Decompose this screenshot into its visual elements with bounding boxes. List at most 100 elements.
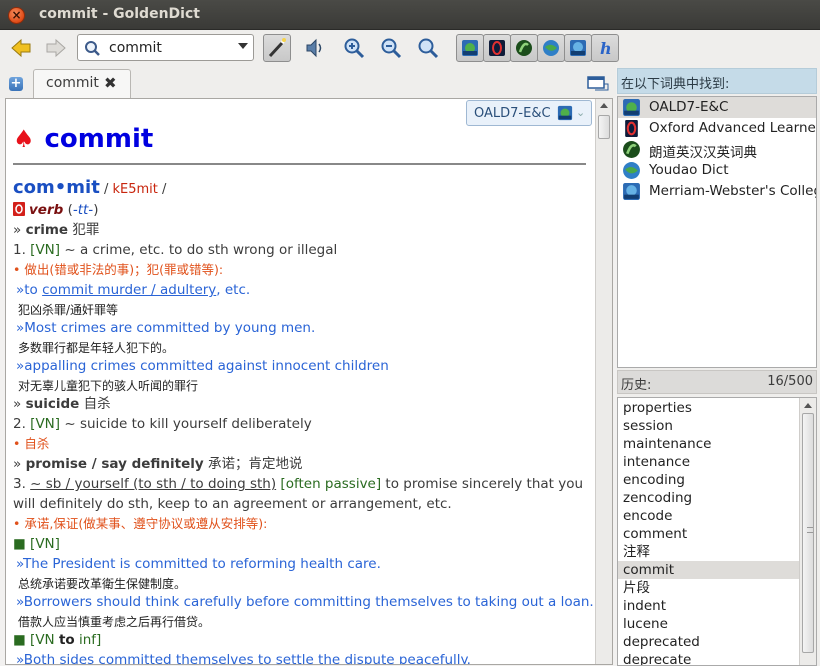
tab-commit[interactable]: commit ✖	[33, 69, 131, 98]
zoom-in-icon	[344, 38, 365, 59]
history-item[interactable]: encode	[618, 507, 800, 525]
toolbar: h	[0, 30, 820, 66]
history-item[interactable]: 注释	[618, 543, 800, 561]
pos-line: verb (-tt-)	[13, 201, 98, 219]
window-title: commit - GoldenDict	[39, 6, 200, 22]
grammar-tag: ■ [VN to inf]	[13, 632, 102, 648]
history-item-selected[interactable]: commit	[618, 561, 800, 579]
pronunciation-line: com•mit / kE5mit /	[13, 177, 167, 198]
oxford-dict-icon	[13, 202, 25, 216]
sense-heading: » promise / say definitely 承诺；肯定地说	[13, 456, 303, 472]
forward-button[interactable]	[42, 34, 70, 62]
svg-text:h: h	[600, 39, 612, 57]
close-window-button[interactable]: ×	[8, 7, 25, 24]
example: »appalling crimes committed against inno…	[16, 358, 389, 374]
chevron-down-icon[interactable]: ⌄	[576, 106, 585, 119]
title-bar: × commit - GoldenDict	[0, 0, 820, 30]
list-item[interactable]: Youdao Dict	[618, 160, 816, 181]
collocation-link[interactable]: commit murder / adultery	[42, 282, 216, 298]
definition-cn: • 做出(错或非法的事)；犯(罪或错等):	[13, 262, 224, 277]
zoom-in-button[interactable]	[340, 34, 368, 62]
pronounce-button[interactable]	[301, 34, 329, 62]
sense-heading: » crime 犯罪	[13, 222, 100, 238]
back-button[interactable]	[7, 34, 35, 62]
example-cn: 犯凶杀罪/通奸罪等	[18, 303, 119, 317]
oxford-dict-icon	[625, 120, 638, 137]
history-item[interactable]: maintenance	[618, 435, 800, 453]
tab-bar: + commit ✖	[0, 66, 616, 98]
back-arrow-icon	[11, 38, 31, 58]
scan-popup-button[interactable]	[263, 34, 291, 62]
dict-h-button[interactable]: h	[591, 34, 619, 62]
right-panel: 在以下词典中找到: OALD7-E&C Oxford Advanced Lear…	[617, 66, 820, 666]
dict-oxford-button[interactable]	[483, 34, 511, 62]
example-cn: 对无辜儿童犯下的骇人听闻的罪行	[18, 379, 199, 393]
history-item[interactable]: indent	[618, 597, 800, 615]
list-item[interactable]: Oxford Advanced Learner's	[618, 118, 816, 139]
history-item[interactable]: zencoding	[618, 489, 800, 507]
example: »Both sides committed themselves to sett…	[16, 652, 471, 664]
example: »Most crimes are committed by young men.	[16, 320, 316, 336]
scrollbar-thumb[interactable]	[598, 115, 610, 139]
youdao-dict-icon	[543, 40, 559, 56]
sense-heading: » suicide 自杀	[13, 396, 111, 412]
scroll-up-icon[interactable]	[600, 103, 608, 108]
langdao-dict-icon	[623, 141, 640, 158]
history-item[interactable]: lucene	[618, 615, 800, 633]
oald-dict-icon	[623, 99, 640, 116]
speaker-icon	[306, 38, 322, 58]
merriam-dict-icon	[570, 40, 586, 56]
article-view[interactable]: OALD7-E&C ⌄ ♠ commit com•mit / kE5mit / …	[5, 98, 613, 665]
definition: 2. [VN] ~ suicide to kill yourself delib…	[13, 416, 312, 432]
scrollbar-thumb[interactable]	[802, 413, 814, 653]
history-header: 历史: 16/500	[617, 370, 817, 394]
oald-dict-icon	[557, 105, 573, 121]
grip-icon	[807, 527, 813, 533]
example: »Borrowers should think carefully before…	[16, 594, 594, 610]
definition-cn: • 自杀	[13, 436, 50, 451]
list-item[interactable]: OALD7-E&C	[618, 97, 816, 118]
headword: ♠ commit	[13, 121, 153, 157]
history-item[interactable]: deprecated	[618, 633, 800, 651]
scroll-up-icon[interactable]	[804, 403, 812, 408]
history-item[interactable]: session	[618, 417, 800, 435]
spade-icon: ♠	[13, 125, 35, 153]
history-item[interactable]: 片段	[618, 579, 800, 597]
list-item[interactable]: 朗道英汉汉英词典	[618, 139, 816, 161]
example-cn: 多数罪行都是年轻人犯下的。	[18, 341, 175, 355]
search-combobox[interactable]	[77, 34, 254, 61]
definition: 1. [VN] ~ a crime, etc. to do sth wrong …	[13, 242, 338, 258]
list-item[interactable]: Merriam-Webster's Collegiate	[618, 181, 816, 202]
dropdown-arrow-icon[interactable]	[238, 43, 248, 49]
found-in-header: 在以下词典中找到:	[617, 68, 817, 94]
new-tab-button[interactable]: +	[9, 77, 23, 91]
example-cn: 总统承诺要改革衛生保健制度。	[18, 577, 187, 591]
history-list[interactable]: properties session maintenance intenance…	[617, 397, 817, 666]
dict-merriam-button[interactable]	[564, 34, 592, 62]
history-count: 16/500	[767, 374, 813, 389]
example: »to commit murder / adultery, etc.	[16, 282, 251, 298]
tab-list-icon[interactable]	[587, 74, 609, 92]
search-input[interactable]	[109, 39, 229, 57]
history-item[interactable]: encoding	[618, 471, 800, 489]
article-body: OALD7-E&C ⌄ ♠ commit com•mit / kE5mit / …	[6, 99, 594, 664]
dict-badge-label: OALD7-E&C	[474, 106, 551, 121]
zoom-out-button[interactable]	[377, 34, 405, 62]
forward-arrow-icon	[46, 38, 66, 58]
history-item[interactable]: intenance	[618, 453, 800, 471]
dict-youdao-button[interactable]	[537, 34, 565, 62]
magic-wand-icon	[268, 38, 286, 58]
oald-dict-icon	[462, 40, 478, 56]
dict-badge[interactable]: OALD7-E&C ⌄	[466, 100, 592, 126]
article-scrollbar[interactable]	[595, 99, 612, 664]
zoom-reset-button[interactable]	[414, 34, 442, 62]
dict-oald-button[interactable]	[456, 34, 484, 62]
dict-langdao-button[interactable]	[510, 34, 538, 62]
history-item[interactable]: comment	[618, 525, 800, 543]
history-scrollbar[interactable]	[799, 398, 816, 665]
history-item[interactable]: deprecate	[618, 651, 800, 665]
history-item[interactable]: properties	[618, 399, 800, 417]
found-dict-list[interactable]: OALD7-E&C Oxford Advanced Learner's 朗道英汉…	[617, 96, 817, 368]
tab-close-icon[interactable]: ✖	[104, 74, 117, 92]
h-icon: h	[600, 39, 612, 57]
